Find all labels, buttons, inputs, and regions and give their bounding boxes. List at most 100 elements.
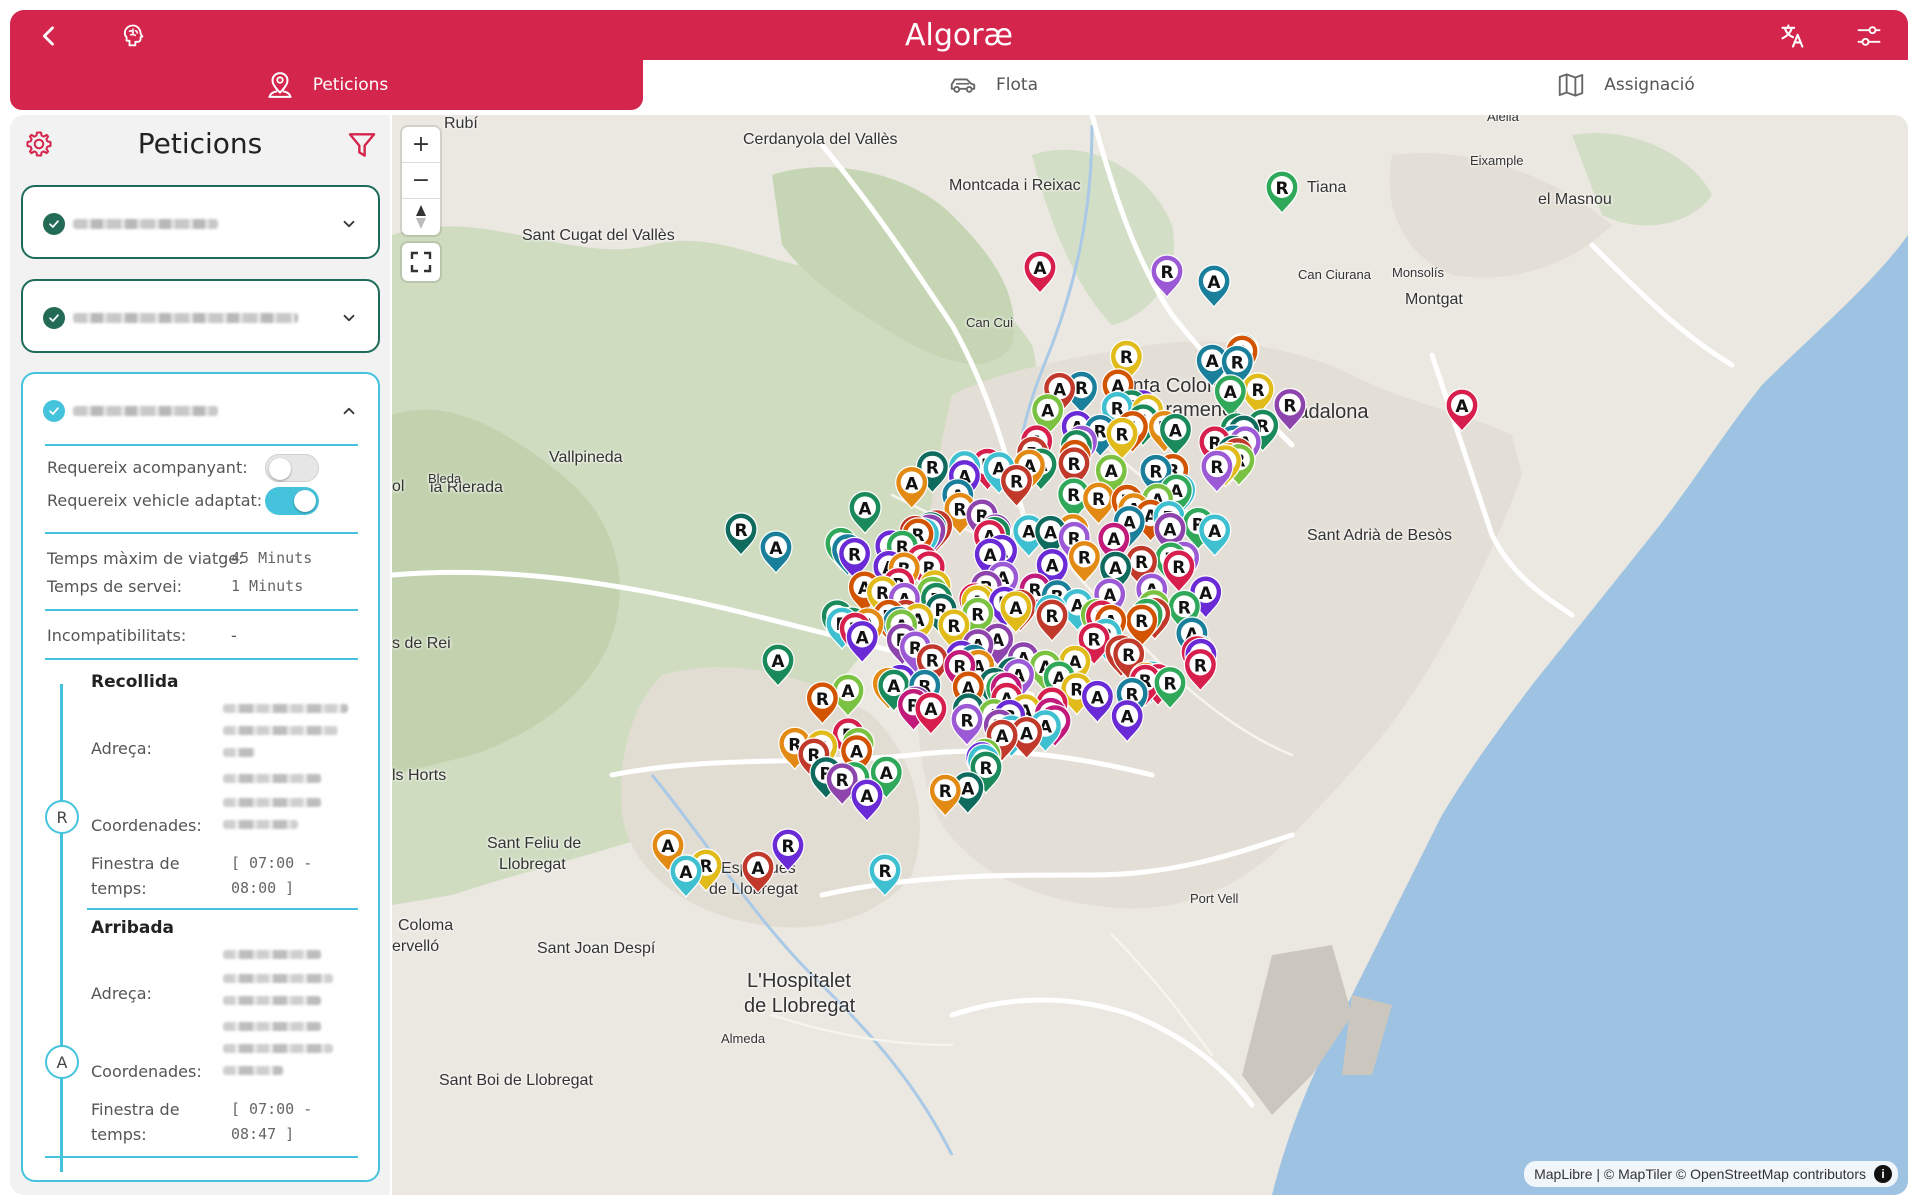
request-map-pin[interactable]: R [1081,481,1116,525]
incompatibilities-label: Incompatibilitats: [47,626,187,645]
svg-text:A: A [887,677,901,697]
companion-toggle[interactable] [265,454,319,482]
redacted-address [223,748,255,757]
pickup-coordinates-label: Coordenades: [91,816,202,835]
map-view[interactable]: Rubí Cerdanyola del Vallès Montcada i Re… [392,115,1908,1195]
max-travel-time-value: 45 Minuts [231,549,313,567]
fullscreen-button[interactable] [402,243,440,281]
svg-text:A: A [661,837,675,857]
request-map-pin[interactable]: R [1035,598,1069,642]
divider [45,1156,358,1158]
request-map-pin[interactable]: A [848,490,882,535]
zoom-in-button[interactable]: + [402,127,440,163]
request-card-expanded[interactable]: Requereix acompanyant: Requereix vehicle… [21,372,380,1182]
svg-text:R: R [1078,549,1091,569]
svg-text:A: A [751,859,765,879]
check-icon [43,400,65,422]
svg-text:A: A [1009,599,1023,619]
tab-peticions[interactable]: Peticions [10,60,643,110]
svg-text:R: R [1135,612,1148,632]
request-map-pin[interactable]: R [1241,372,1275,416]
redacted-address [223,704,348,713]
request-map-pin[interactable]: A [669,854,703,898]
request-map-pin[interactable]: R [1105,416,1139,461]
filter-icon[interactable] [346,129,378,161]
request-map-pin[interactable]: A [1198,513,1232,557]
redacted-coordinates [223,1022,321,1031]
request-map-pin[interactable]: A [741,850,775,894]
chevron-down-icon[interactable] [340,309,358,327]
dropoff-window-label-1: Finestra de [91,1100,180,1119]
info-icon[interactable]: i [1874,1165,1892,1183]
request-card[interactable] [21,279,380,353]
request-map-pin[interactable]: A [845,619,879,664]
svg-text:R: R [1275,179,1288,199]
compass-icon [416,205,426,229]
svg-text:A: A [860,787,874,807]
request-map-pin[interactable]: A [895,465,929,510]
fullscreen-icon [410,251,432,273]
dropoff-window-start: [ 07:00 - [231,1100,313,1118]
request-map-pin[interactable]: A [759,530,793,574]
svg-text:R: R [1251,381,1264,401]
chevron-up-icon[interactable] [340,402,358,420]
sidebar-title: Peticions [137,127,263,160]
request-map-pin[interactable]: R [868,853,902,897]
main-tabs: Peticions Flota Assignació [10,60,1908,110]
adapted-vehicle-toggle[interactable] [265,487,319,515]
route-timeline [60,684,63,1172]
check-icon [43,307,65,329]
request-map-pin[interactable]: R [1183,647,1218,692]
dropoff-window-label-2: temps: [91,1125,147,1144]
request-map-pin[interactable]: A [1213,374,1247,418]
max-travel-time-label: Temps màxim de viatge: [47,549,244,568]
compass-button[interactable] [402,199,440,235]
zoom-out-button[interactable]: − [402,163,440,199]
request-map-pin[interactable]: R [928,773,962,818]
check-icon [43,213,65,235]
tab-flota[interactable]: Flota [643,60,1343,110]
chevron-down-icon[interactable] [340,215,358,233]
request-map-pin[interactable]: A [1023,250,1057,294]
location-person-icon [268,72,292,98]
request-card[interactable] [21,185,380,259]
request-map-pin[interactable]: R [724,512,758,556]
redacted-address [223,726,338,735]
dropoff-coordinates-label: Coordenades: [91,1062,202,1081]
request-map-pin[interactable]: R [1150,254,1184,298]
request-map-pin[interactable]: R [999,463,1034,508]
svg-text:R: R [926,459,939,479]
svg-text:A: A [850,743,864,763]
svg-text:R: R [1149,462,1162,482]
request-map-pin[interactable]: R [1200,449,1234,494]
svg-text:R: R [1160,263,1173,283]
svg-text:A: A [1044,523,1058,543]
translate-button[interactable] [1776,19,1810,53]
svg-text:A: A [880,764,894,784]
svg-text:R: R [926,652,939,672]
tab-assignacio[interactable]: Assignació [1343,60,1908,110]
incompatibilities-value: - [231,626,237,645]
request-map-pin[interactable]: R [805,681,839,725]
attribution-text: MapLibre | © MapTiler © OpenStreetMap co… [1534,1166,1866,1182]
request-map-pin[interactable]: A [914,691,948,736]
divider [45,609,358,611]
divider [45,444,358,446]
redacted-address [223,996,321,1005]
request-map-pin[interactable]: R [771,828,805,872]
request-map-pin[interactable]: A [1445,388,1479,432]
request-map-pin[interactable]: A [1110,699,1144,743]
svg-text:R: R [1092,490,1105,510]
request-map-pin[interactable]: A [1080,679,1115,724]
request-map-pin[interactable]: R [1067,539,1102,584]
request-map-pin[interactable]: A [850,778,884,822]
pickup-window-label-1: Finestra de [91,854,180,873]
request-map-pin[interactable]: A [1197,264,1231,308]
svg-text:A: A [1169,421,1183,441]
request-map-pin[interactable]: A [761,643,795,687]
preferences-button[interactable] [1852,19,1886,53]
svg-text:R: R [1194,657,1207,677]
svg-text:R: R [953,500,966,520]
svg-text:A: A [771,652,785,672]
request-map-pin[interactable]: R [1265,170,1299,214]
